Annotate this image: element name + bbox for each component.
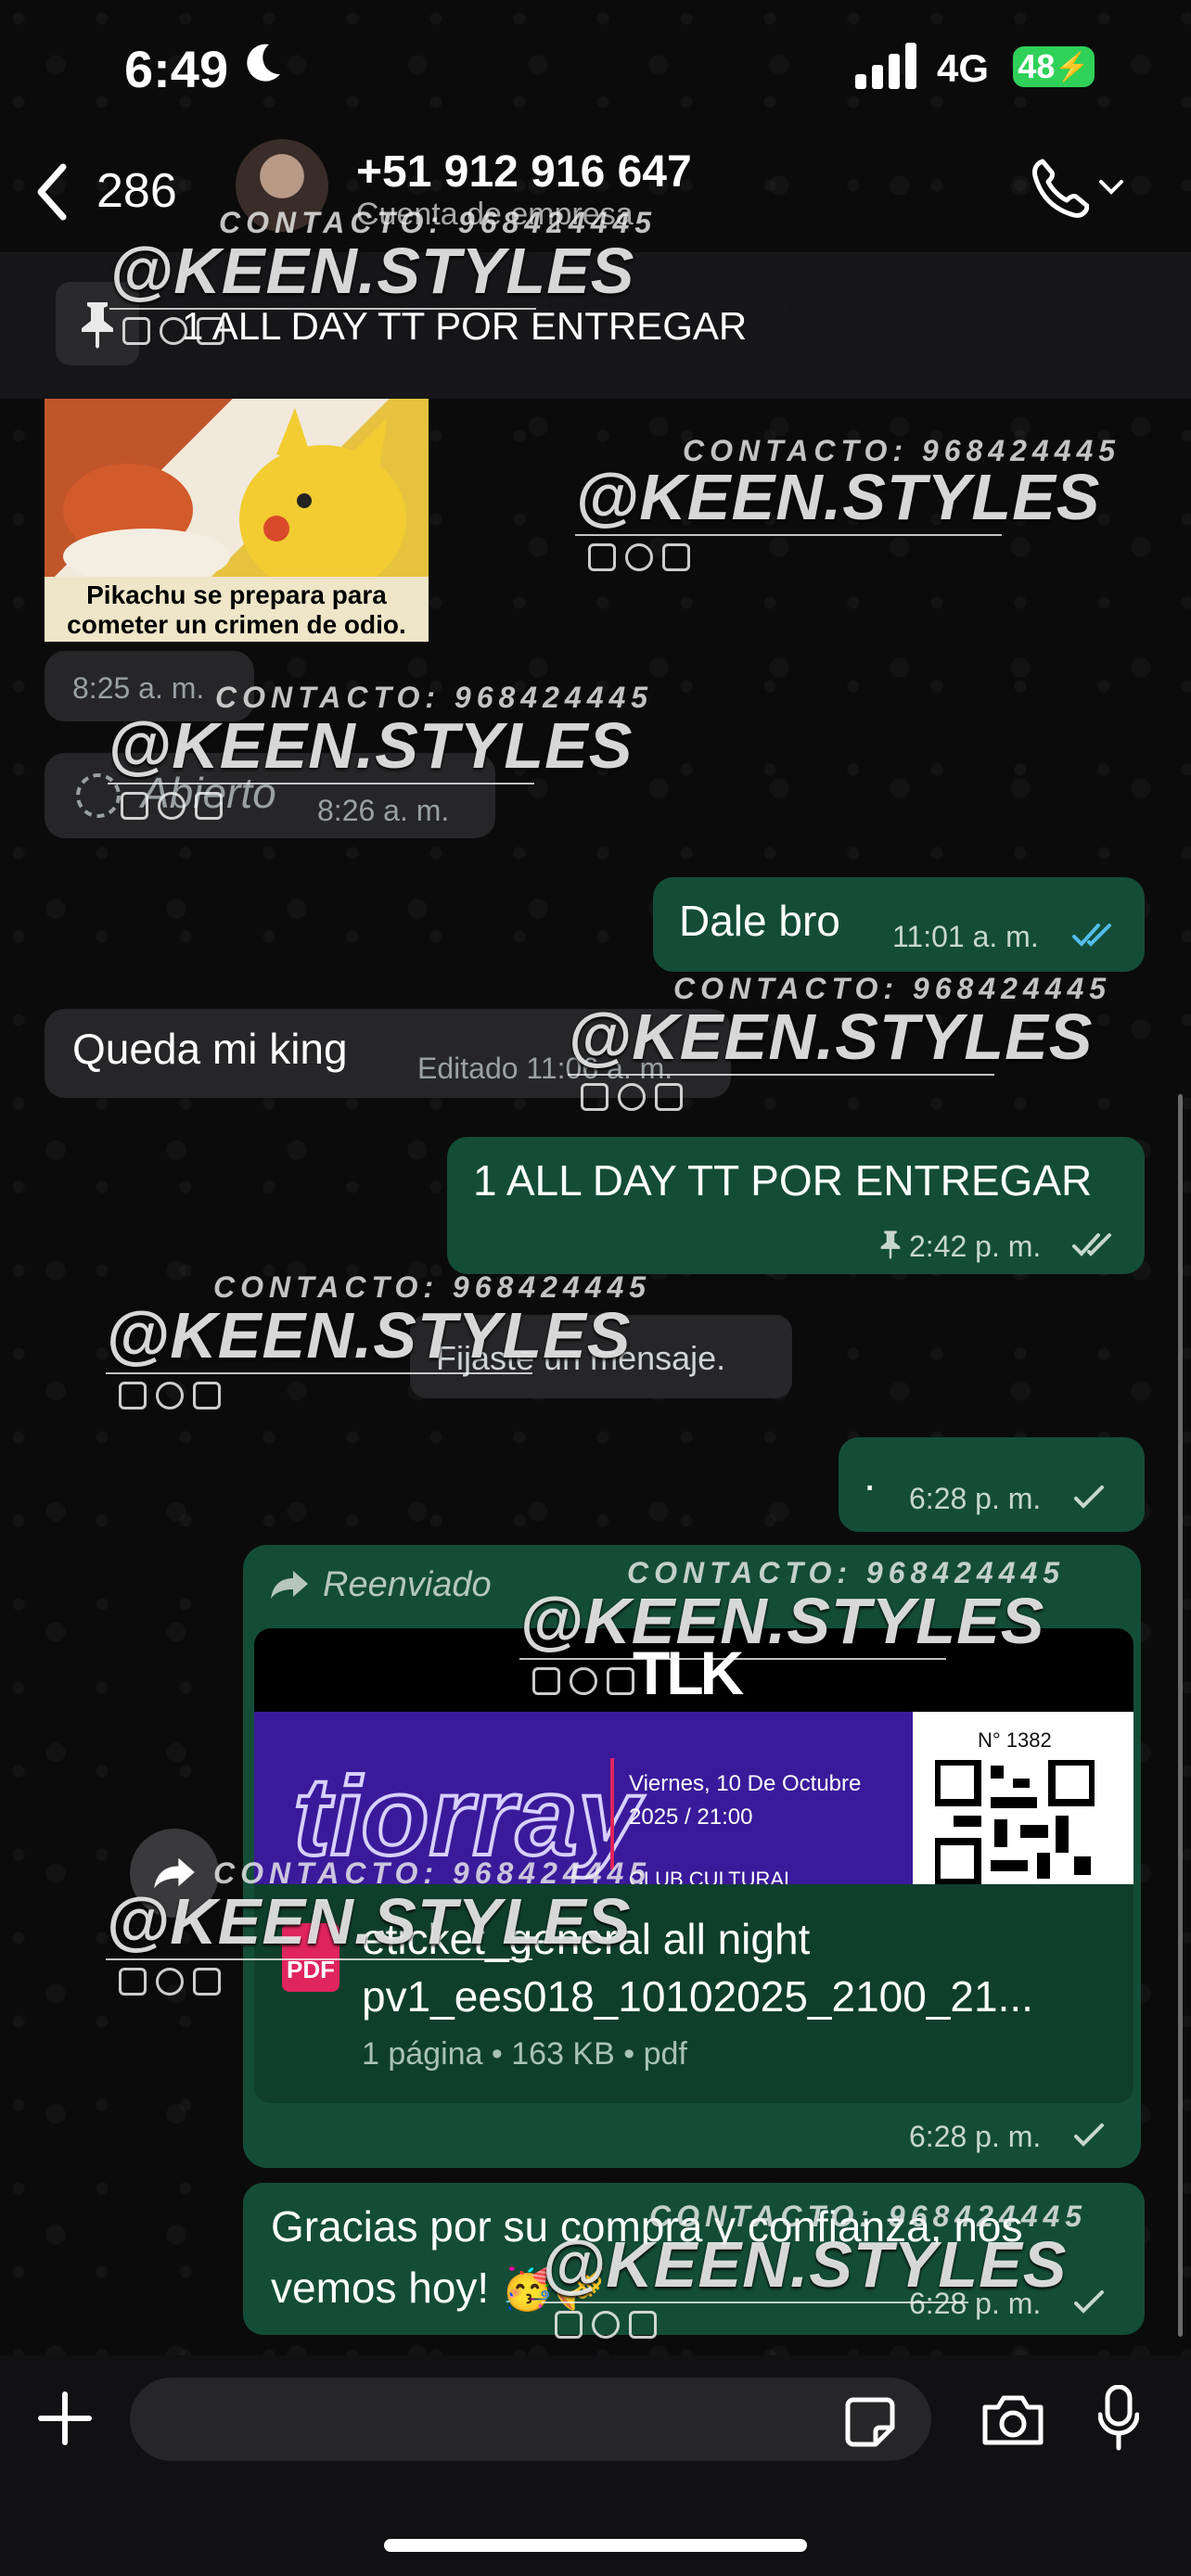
home-indicator[interactable] xyxy=(384,2539,807,2552)
sticker-icon[interactable] xyxy=(844,2396,896,2448)
camera-icon[interactable] xyxy=(980,2392,1046,2448)
contact-avatar[interactable] xyxy=(236,139,328,232)
moon-icon xyxy=(247,44,280,82)
pinned-message-text[interactable]: 1 ALL DAY TT POR ENTREGAR xyxy=(182,304,747,349)
message-text: Dale bro xyxy=(679,897,840,945)
forward-icon xyxy=(271,1571,308,1599)
pin-icon xyxy=(82,302,113,349)
pin-icon xyxy=(880,1231,901,1259)
message-edited-time: Editado 11:06 a. m. xyxy=(417,1052,673,1085)
file-type-label: PDF xyxy=(287,1956,335,1983)
ticket-number: N° 1382 xyxy=(978,1728,1052,1752)
chevron-down-icon[interactable] xyxy=(1098,178,1124,197)
plus-icon[interactable] xyxy=(37,2391,93,2446)
message-text: 1 ALL DAY TT POR ENTREGAR xyxy=(473,1156,1093,1205)
message-time: 6:28 p. m. xyxy=(909,2287,1042,2320)
pikachu-illustration xyxy=(63,408,406,593)
network-label: 4G xyxy=(937,46,990,90)
battery-level: 48 xyxy=(1018,47,1056,85)
message-text-line1: Gracias por su compra y confianza, nos xyxy=(271,2202,1023,2251)
message-time: 11:01 a. m. xyxy=(892,920,1039,953)
ticket-divider xyxy=(610,1758,614,1869)
forward-icon xyxy=(154,1857,195,1889)
message-time: 8:26 a. m. xyxy=(317,794,450,827)
file-meta: 1 página • 163 KB • pdf xyxy=(362,2036,687,2072)
message-text: · xyxy=(863,1460,877,1509)
single-check-icon xyxy=(1074,2123,1104,2147)
view-once-label: Abierto xyxy=(141,769,276,817)
ticket-datetime: 2025 / 21:00 xyxy=(629,1804,753,1830)
ticket-brand: TLK xyxy=(633,1639,744,1707)
view-once-icon xyxy=(76,773,121,818)
battery-indicator: 48 ⚡ xyxy=(1013,46,1095,87)
message-time: 8:25 a. m. xyxy=(72,671,205,705)
message-time: 6:28 p. m. xyxy=(909,1482,1042,1515)
signal-icon xyxy=(855,43,916,89)
contact-subtitle: Cuenta de empresa xyxy=(356,197,634,232)
double-check-icon xyxy=(1072,1233,1111,1256)
message-time: 6:28 p. m. xyxy=(909,2120,1042,2153)
phone-icon[interactable] xyxy=(1030,158,1089,221)
back-chevron-icon[interactable] xyxy=(33,163,70,221)
pdf-file-icon: PDF xyxy=(282,1923,339,1992)
meme-caption: Pikachu se prepara para cometer un crime… xyxy=(45,577,429,642)
file-name-line2: pv1_ees018_10102025_2100_21... xyxy=(362,1972,1033,2021)
unread-count[interactable]: 286 xyxy=(96,163,177,219)
double-check-read-icon xyxy=(1072,924,1111,947)
single-check-icon xyxy=(1074,2290,1104,2314)
ticket-date: Viernes, 10 De Octubre xyxy=(629,1771,862,1796)
message-input[interactable] xyxy=(130,2378,931,2461)
status-time: 6:49 xyxy=(124,40,229,98)
scrollbar[interactable] xyxy=(1178,1094,1183,2337)
qr-code-icon xyxy=(935,1760,1095,1884)
system-message-text: Fijaste un mensaje. xyxy=(436,1339,726,1377)
message-text: Queda mi king xyxy=(72,1025,348,1073)
ticket-artwork-logo: tiorray xyxy=(291,1753,641,1881)
single-check-icon xyxy=(1074,1486,1104,1509)
file-name-line1: eticket_general all night xyxy=(362,1915,811,1963)
forwarded-label: Reenviado xyxy=(323,1565,492,1604)
contact-name[interactable]: +51 912 916 647 xyxy=(356,147,692,198)
microphone-icon[interactable] xyxy=(1098,2385,1139,2452)
message-time: 2:42 p. m. xyxy=(909,1230,1042,1263)
message-text-line2: vemos hoy! 🥳🎺 xyxy=(271,2264,608,2312)
